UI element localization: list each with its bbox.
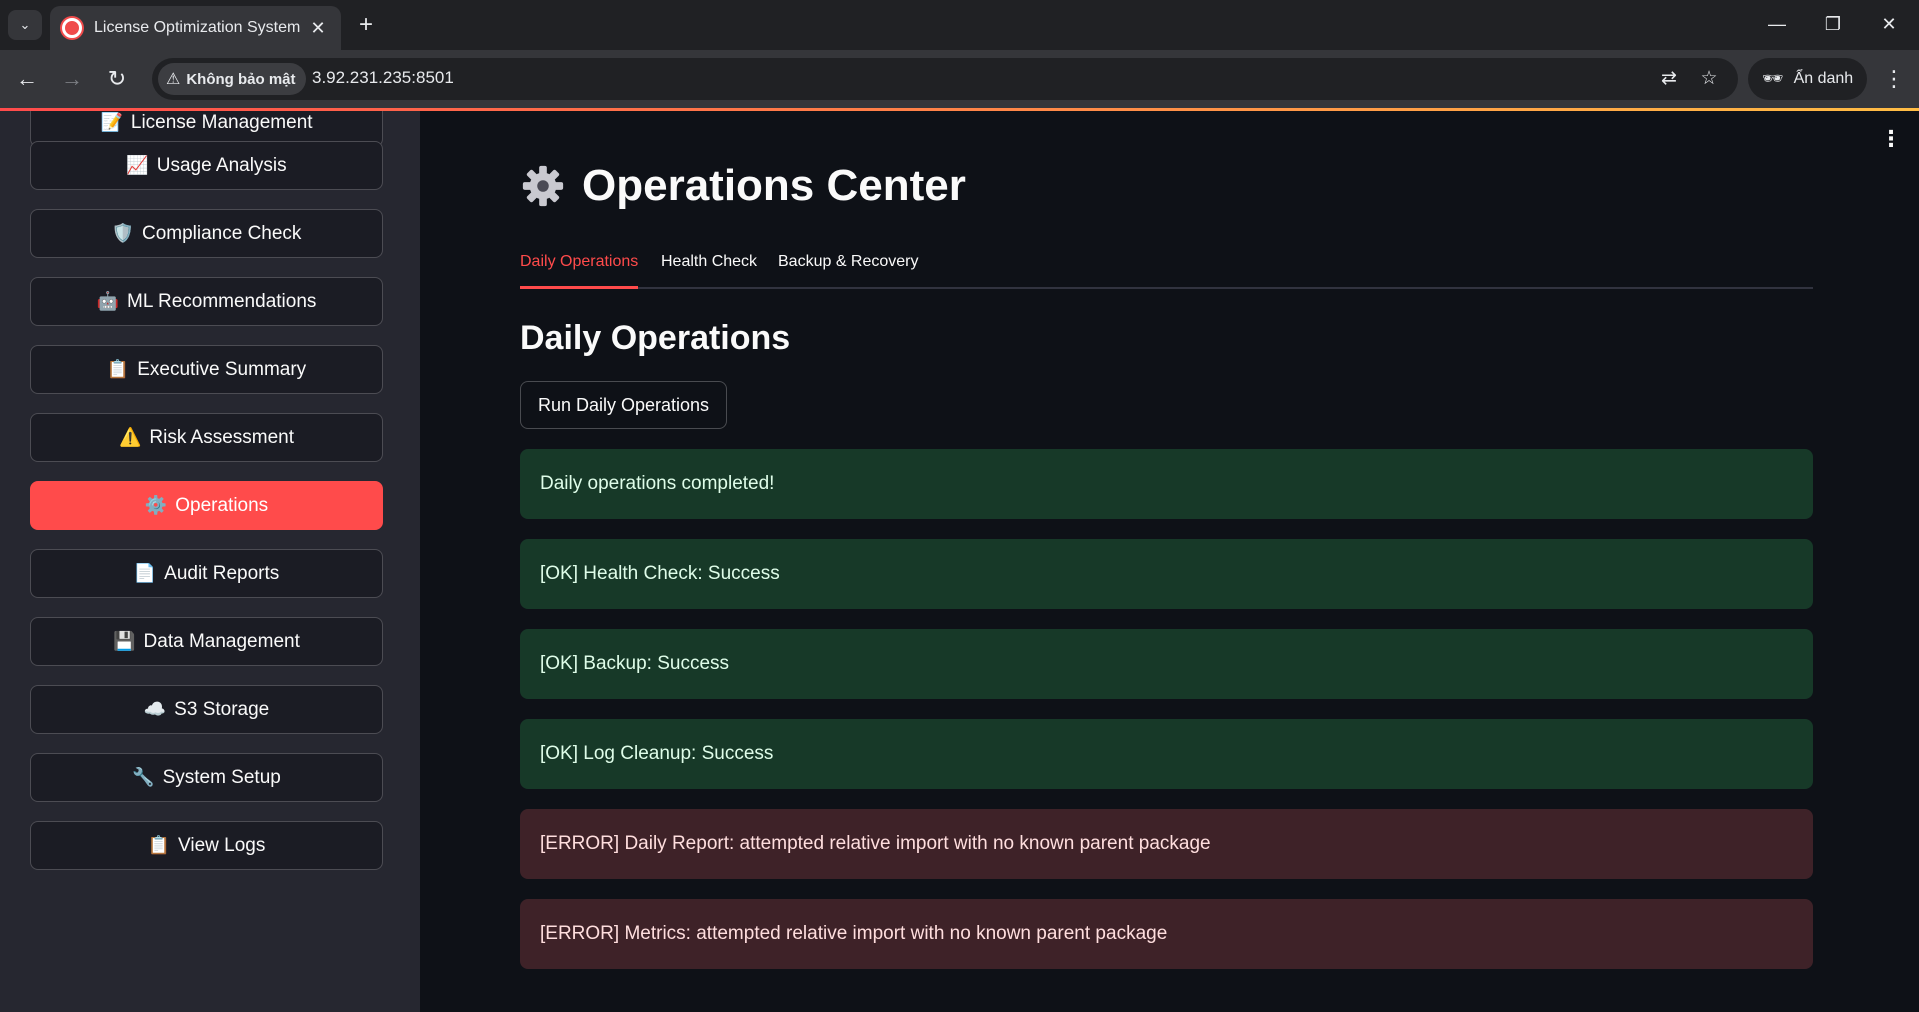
success-message: Daily operations completed! xyxy=(520,449,1813,519)
sidebar-item-label: Data Management xyxy=(143,630,300,652)
url-text[interactable]: 3.92.231.235:8501 xyxy=(312,68,454,88)
sidebar-item-icon: 📋 xyxy=(147,835,171,855)
error-message: [ERROR] Daily Report: attempted relative… xyxy=(520,809,1813,879)
error-message: [ERROR] Metrics: attempted relative impo… xyxy=(520,899,1813,969)
tab-daily-operations[interactable]: Daily Operations xyxy=(520,248,639,289)
minimize-icon[interactable]: — xyxy=(1754,8,1800,40)
browser-toolbar: ← → ↻ ⚠ Không bảo mật 3.92.231.235:8501 … xyxy=(0,50,1919,108)
tab-title: License Optimization System xyxy=(94,19,301,36)
sidebar-item-risk-assessment[interactable]: ⚠️ Risk Assessment xyxy=(30,413,383,462)
sidebar: 📝 License Management 📈 Usage Analysis 🛡️ Comp… xyxy=(0,111,420,1012)
sidebar-item-icon: 📝 xyxy=(100,112,123,132)
section-title: Daily Operations xyxy=(520,319,791,357)
back-arrow-icon[interactable]: ← xyxy=(11,63,43,95)
sidebar-item-icon: 💾 xyxy=(113,631,136,651)
browser-menu-icon[interactable]: ⋮ xyxy=(1880,63,1908,95)
sidebar-item-icon: 📈 xyxy=(126,155,149,175)
page-title-text: Operations Center xyxy=(582,161,966,210)
sidebar-item-label: Risk Assessment xyxy=(149,426,295,448)
sidebar-item-s3-storage[interactable]: ☁️ S3 Storage xyxy=(30,685,383,734)
security-chip[interactable]: ⚠ Không bảo mật xyxy=(158,63,306,95)
sidebar-item-compliance-check[interactable]: 🛡️ Compliance Check xyxy=(30,209,383,258)
app-menu-icon[interactable]: ⋮ xyxy=(1880,125,1902,153)
sidebar-item-icon: 🛡️ xyxy=(111,223,134,243)
incognito-label: Ẩn danh xyxy=(1793,70,1854,87)
sidebar-item-system-setup[interactable]: 🔧 System Setup xyxy=(30,753,383,802)
browser-tab[interactable]: License Optimization System ✕ xyxy=(50,6,341,50)
sidebar-item-usage-analysis[interactable]: 📈 Usage Analysis xyxy=(30,141,383,190)
page-title: Operations Center xyxy=(520,161,966,211)
sidebar-item-ml-recommendations[interactable]: 🤖 ML Recommendations xyxy=(30,277,383,326)
gear-icon xyxy=(522,165,564,207)
new-tab-button[interactable]: + xyxy=(352,12,380,40)
success-message: [OK] Log Cleanup: Success xyxy=(520,719,1813,789)
sidebar-item-label: Compliance Check xyxy=(141,222,302,244)
sidebar-item-data-management[interactable]: 💾 Data Management xyxy=(30,617,383,666)
sidebar-item-label: Audit Reports xyxy=(164,562,280,584)
target-favicon-icon xyxy=(62,18,82,38)
sidebar-item-icon: 🔧 xyxy=(132,767,155,787)
tab-list: Daily Operations Health Check Backup & R… xyxy=(520,248,1813,289)
success-message: [OK] Health Check: Success xyxy=(520,539,1813,609)
warning-triangle-icon: ⚠ xyxy=(166,71,181,88)
tab-backup-recovery[interactable]: Backup & Recovery xyxy=(778,248,919,289)
main-content: ⋮ Operations Center Daily Operations Hea… xyxy=(420,111,1919,1012)
success-message: [OK] Backup: Success xyxy=(520,629,1813,699)
sidebar-item-label: View Logs xyxy=(178,834,266,856)
translate-icon[interactable]: ⇄ xyxy=(1656,66,1682,92)
sidebar-item-label: License Management xyxy=(130,111,313,133)
browser-tab-strip: ⌄ License Optimization System ✕ + — ❐ ✕ xyxy=(0,0,1919,50)
reload-icon[interactable]: ↻ xyxy=(101,63,133,95)
sidebar-item-icon: 📄 xyxy=(133,563,157,583)
sidebar-item-icon: 📋 xyxy=(106,359,130,379)
incognito-icon: 🕶 xyxy=(1762,69,1784,88)
restore-icon[interactable]: ❐ xyxy=(1810,8,1856,40)
address-bar[interactable]: ⚠ Không bảo mật 3.92.231.235:8501 ⇄ ☆ xyxy=(152,58,1738,100)
sidebar-item-label: Executive Summary xyxy=(137,358,307,380)
sidebar-item-operations[interactable]: ⚙️ Operations xyxy=(30,481,383,530)
sidebar-item-view-logs[interactable]: 📋 View Logs xyxy=(30,821,383,870)
sidebar-item-executive-summary[interactable]: 📋 Executive Summary xyxy=(30,345,383,394)
sidebar-item-label: S3 Storage xyxy=(174,698,270,720)
sidebar-item-label: Operations xyxy=(175,494,269,516)
sidebar-item-icon: 🤖 xyxy=(96,291,120,311)
tab-close-icon[interactable]: ✕ xyxy=(307,18,329,39)
sidebar-item-label: Usage Analysis xyxy=(156,154,287,176)
tab-search-chevron-icon[interactable]: ⌄ xyxy=(8,10,42,40)
sidebar-item-icon: ☁️ xyxy=(143,699,167,719)
sidebar-item-label: ML Recommendations xyxy=(127,290,317,312)
incognito-badge[interactable]: 🕶 Ẩn danh xyxy=(1748,58,1868,100)
close-window-icon[interactable]: ✕ xyxy=(1866,8,1912,40)
sidebar-item-label: System Setup xyxy=(162,766,281,788)
sidebar-item-audit-reports[interactable]: 📄 Audit Reports xyxy=(30,549,383,598)
sidebar-item-icon: ⚙️ xyxy=(144,495,168,515)
tab-health-check[interactable]: Health Check xyxy=(661,248,757,289)
bookmark-star-icon[interactable]: ☆ xyxy=(1696,66,1722,92)
forward-arrow-icon[interactable]: → xyxy=(56,63,88,95)
run-daily-operations-button[interactable]: Run Daily Operations xyxy=(520,381,727,429)
security-label: Không bảo mật xyxy=(186,70,296,88)
sidebar-item-icon: ⚠️ xyxy=(118,427,142,447)
